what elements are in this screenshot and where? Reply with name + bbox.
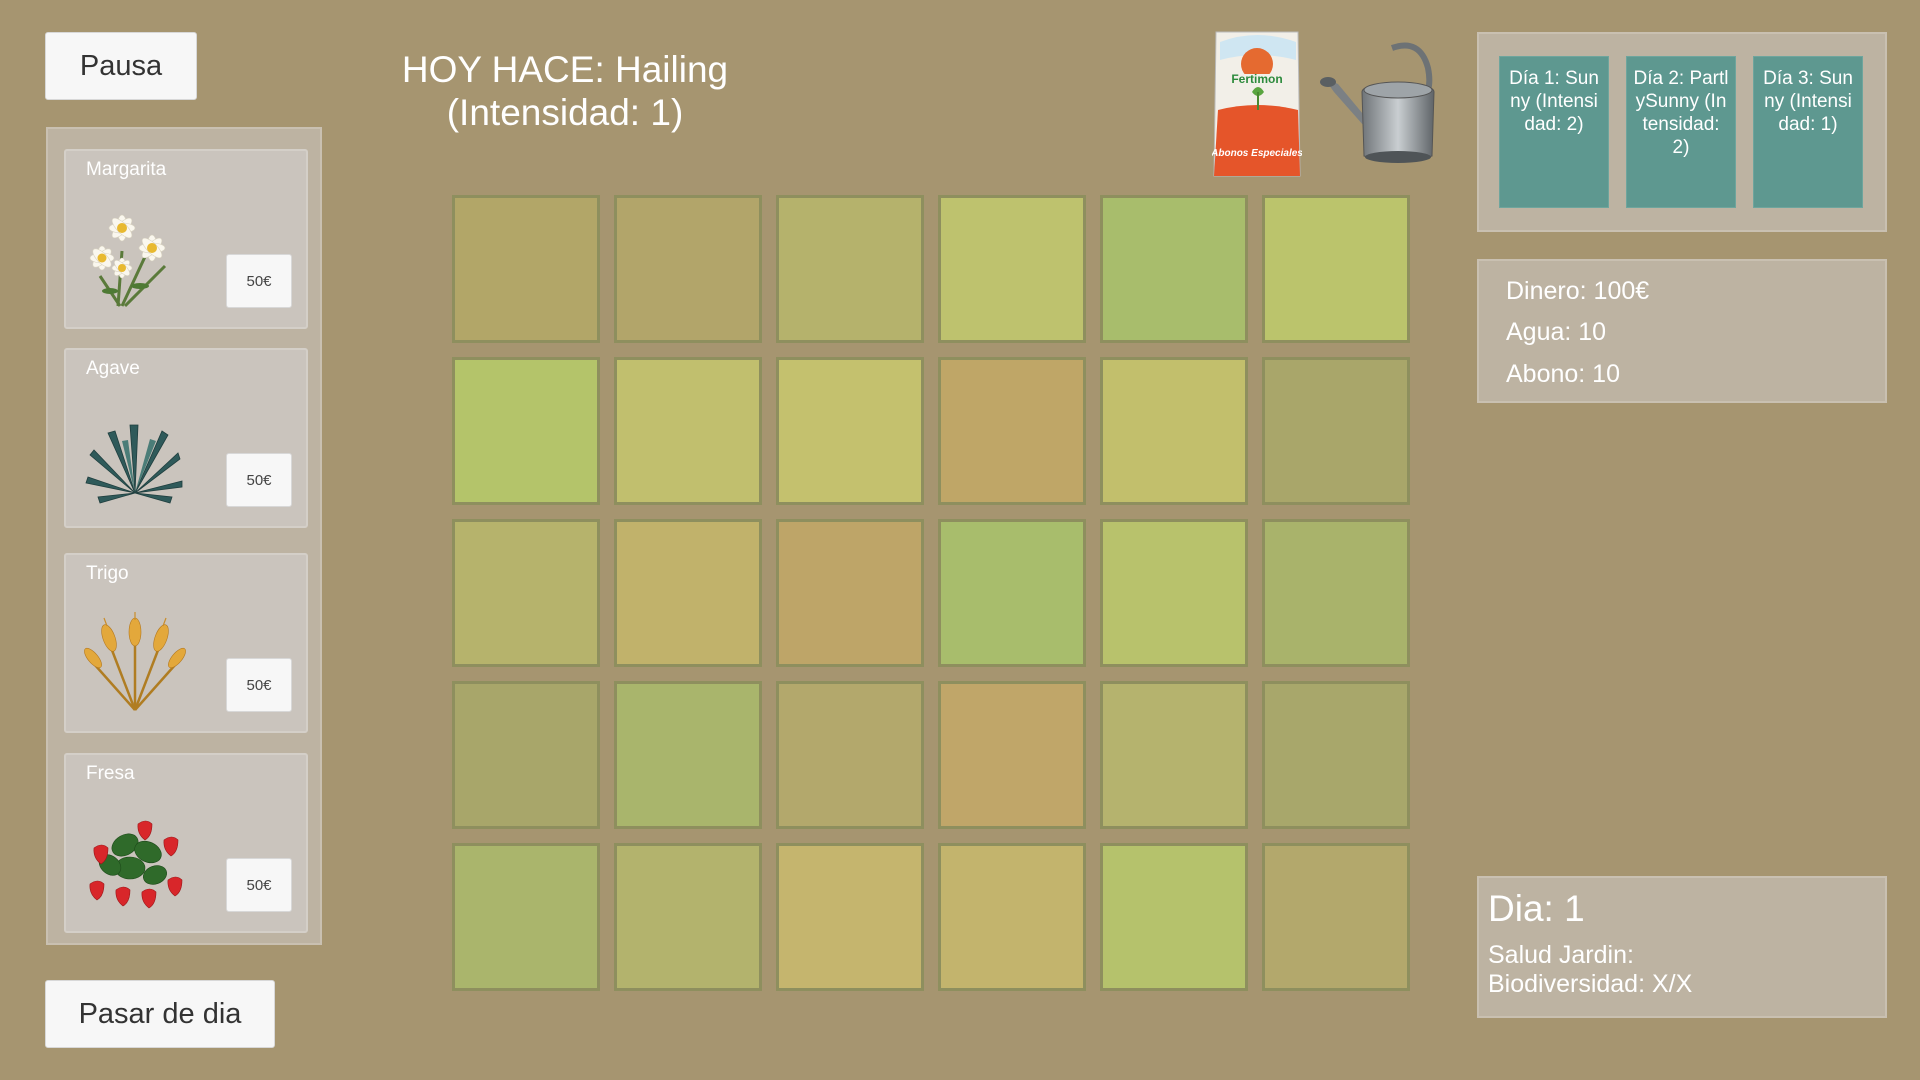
garden-plot[interactable] (776, 195, 924, 343)
garden-plot[interactable] (1100, 681, 1248, 829)
shop-item-name: Trigo (86, 563, 129, 584)
fertilizer-value: Abono: 10 (1506, 360, 1620, 388)
garden-plot[interactable] (938, 195, 1086, 343)
shop-item-agave[interactable]: Agave 50€ (64, 348, 308, 528)
daisy-icon (89, 214, 167, 308)
garden-plot[interactable] (1262, 195, 1410, 343)
garden-plot[interactable] (1100, 843, 1248, 991)
garden-plot[interactable] (776, 843, 924, 991)
day-counter: Dia: 1 (1488, 888, 1585, 929)
garden-plot[interactable] (1262, 519, 1410, 667)
forecast-day-1: Día 1: Sunny (Intensidad: 2) (1499, 56, 1609, 208)
garden-plot[interactable] (1262, 681, 1410, 829)
resources-panel: Dinero: 100€ Agua: 10 Abono: 10 (1477, 259, 1887, 403)
garden-plot[interactable] (452, 357, 600, 505)
garden-plot[interactable] (614, 519, 762, 667)
forecast-day-2: Día 2: PartlySunny (Intensidad: 2) (1626, 56, 1736, 208)
pause-button[interactable]: Pausa (45, 32, 197, 100)
status-panel: Dia: 1 Salud Jardin: Biodiversidad: X/X (1477, 876, 1887, 1018)
forecast-day-3: Día 3: Sunny (Intensidad: 1) (1753, 56, 1863, 208)
next-day-button[interactable]: Pasar de dia (45, 980, 275, 1048)
money-value: Dinero: 100€ (1506, 277, 1650, 305)
garden-plot[interactable] (776, 357, 924, 505)
garden-plot[interactable] (938, 519, 1086, 667)
shop-item-trigo[interactable]: Trigo 50€ (64, 553, 308, 733)
garden-plot[interactable] (614, 843, 762, 991)
water-value: Agua: 10 (1506, 318, 1607, 346)
garden-plot[interactable] (614, 195, 762, 343)
garden-plot[interactable] (452, 843, 600, 991)
fertilizer-bag-icon[interactable]: Fertimon Abonos Especiales (1212, 30, 1302, 180)
buy-fresa-button[interactable]: 50€ (226, 858, 292, 912)
garden-plot[interactable] (938, 681, 1086, 829)
seed-shop-panel: Margarita 50€ Agave 50€ Trigo 50€ Fresa … (46, 127, 322, 945)
garden-plot[interactable] (452, 519, 600, 667)
shop-item-name: Margarita (86, 159, 167, 180)
today-weather: HOY HACE: Hailing (Intensidad: 1) (365, 48, 765, 134)
garden-plot[interactable] (938, 843, 1086, 991)
wheat-icon (84, 612, 186, 711)
garden-plot[interactable] (452, 195, 600, 343)
garden-plot[interactable] (938, 357, 1086, 505)
garden-plot[interactable] (1100, 195, 1248, 343)
today-weather-label: HOY HACE: Hailing (401, 49, 729, 90)
garden-plot[interactable] (614, 357, 762, 505)
shop-item-name: Fresa (86, 763, 135, 784)
garden-plot[interactable] (1262, 357, 1410, 505)
biodiversity: Biodiversidad: X/X (1488, 970, 1693, 998)
fertilizer-subtitle: Abonos Especiales (1212, 148, 1302, 159)
strawberry-icon (89, 820, 183, 909)
today-weather-intensity: (Intensidad: 1) (446, 92, 684, 133)
garden-plot[interactable] (1100, 357, 1248, 505)
shop-item-name: Agave (86, 358, 140, 379)
shop-item-fresa[interactable]: Fresa 50€ (64, 753, 308, 933)
fertilizer-brand: Fertimon (1231, 72, 1282, 86)
garden-health: Salud Jardin: (1488, 941, 1634, 969)
forecast-panel: Día 1: Sunny (Intensidad: 2) Día 2: Part… (1477, 32, 1887, 232)
shop-item-margarita[interactable]: Margarita 50€ (64, 149, 308, 329)
buy-trigo-button[interactable]: 50€ (226, 658, 292, 712)
garden-plot[interactable] (1100, 519, 1248, 667)
agave-icon (85, 424, 183, 504)
watering-can-icon[interactable] (1320, 38, 1442, 170)
garden-plot[interactable] (776, 681, 924, 829)
garden-plot[interactable] (776, 519, 924, 667)
garden-plot[interactable] (1262, 843, 1410, 991)
buy-agave-button[interactable]: 50€ (226, 453, 292, 507)
buy-margarita-button[interactable]: 50€ (226, 254, 292, 308)
garden-plot[interactable] (614, 681, 762, 829)
garden-plot[interactable] (452, 681, 600, 829)
